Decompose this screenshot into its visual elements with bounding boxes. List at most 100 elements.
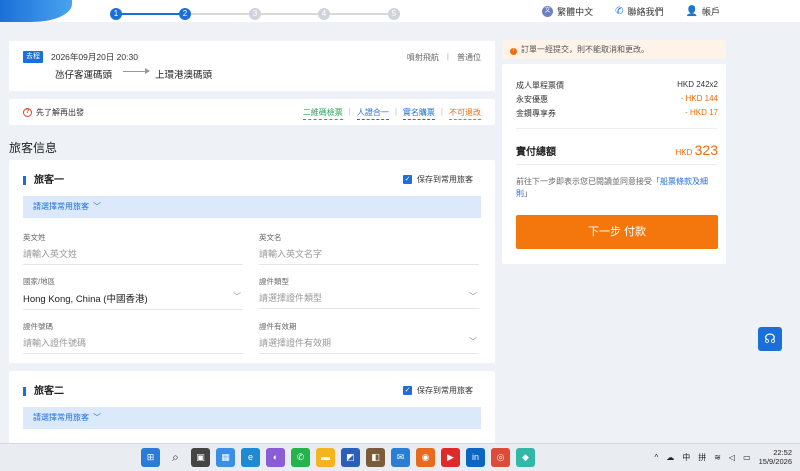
id-number-input[interactable]: 請輸入證件號碼: [23, 336, 243, 354]
task-view-icon[interactable]: ▣: [191, 448, 210, 467]
chevron-up-icon[interactable]: ^: [654, 453, 658, 462]
warning-icon: ?: [23, 108, 32, 117]
windows-start-icon[interactable]: ⊞: [141, 448, 160, 467]
copilot-icon[interactable]: ◐: [266, 448, 285, 467]
ime-mode[interactable]: 拼: [698, 452, 706, 463]
seat-class: 普通位: [457, 53, 481, 62]
user-icon: 👤: [685, 5, 698, 17]
id-number-field[interactable]: 證件號碼 請輸入證件號碼: [23, 321, 243, 354]
trip-direction-badge: 去程: [23, 51, 43, 63]
file-explorer-icon[interactable]: ▬: [316, 448, 335, 467]
section-title: 旅客信息: [9, 141, 58, 155]
wifi-icon[interactable]: ≋: [714, 453, 721, 462]
step-2: 2: [150, 0, 220, 20]
chevron-down-icon: ﹀: [469, 292, 477, 301]
chevron-down-icon: ﹀: [469, 337, 477, 346]
app-icon[interactable]: ◆: [516, 448, 535, 467]
youtube-icon[interactable]: ▶: [441, 448, 460, 467]
os-taskbar: ⊞ ⌕ ▣ ▦ e ◐ ✆ ▬ ◩ ◧ ✉ ◉ ▶ in ◎ ◆ ^ ☁ 中 拼…: [0, 443, 800, 471]
trip-datetime: 2026年09月20日 20:30: [51, 52, 138, 62]
price-summary: 成人單程票價 HKD 242x2 永安優惠 - HKD 144 金鑽專享券 - HKD…: [502, 64, 726, 264]
chevron-down-icon: ﹀: [233, 292, 241, 301]
checkbox-checked-icon: ✓: [403, 386, 412, 395]
terms-agreement: 前往下一步即表示您已閱讀並同意接受「船票條款及細則」: [516, 177, 708, 198]
language-icon: 文: [542, 5, 554, 17]
clock[interactable]: 22:52 15/9/2026: [759, 448, 792, 466]
app-icon[interactable]: ◩: [341, 448, 360, 467]
top-bar: 1 2 3 4 5 文繁體中文 ✆ 聯絡我們 👤 帳戶: [0, 0, 800, 22]
volume-icon[interactable]: ◁: [729, 453, 735, 462]
linkedin-icon[interactable]: in: [466, 448, 485, 467]
language-switch[interactable]: 文繁體中文: [542, 5, 593, 18]
tag-realname[interactable]: 實名購票: [402, 107, 435, 120]
surname-field[interactable]: 英文姓 請輸入英文姓: [23, 232, 243, 265]
step-4: 4: [289, 0, 359, 20]
route-arrow-icon: [123, 68, 150, 74]
id-type-select[interactable]: 請選擇證件類型 ﹀: [259, 291, 479, 309]
id-type-field[interactable]: 證件類型 請選擇證件類型 ﹀: [259, 276, 479, 309]
account-link[interactable]: 👤 帳戶: [686, 5, 720, 18]
app-icon[interactable]: ◧: [366, 448, 385, 467]
save-passenger-checkbox[interactable]: ✓ 保存到常用旅客: [403, 385, 473, 396]
chevron-down-icon: ﹀: [93, 202, 101, 211]
tag-qr-check[interactable]: 二維碼檢票: [302, 107, 343, 120]
passenger-card-1: 旅客一 ✓ 保存到常用旅客 請選擇常用旅客 ﹀ 英文姓 請輸入英文姓 英文名 請輸…: [9, 160, 495, 363]
system-tray: ^ ☁ 中 拼 ≋ ◁ ▭ 22:52 15/9/2026: [654, 448, 792, 466]
customer-service-icon[interactable]: ☊: [758, 327, 782, 351]
id-expiry-select[interactable]: 請選擇證件有效期 ﹀: [259, 336, 479, 354]
tag-id-match[interactable]: 人證合一: [356, 107, 389, 120]
battery-icon[interactable]: ▭: [743, 453, 751, 462]
given-name-field[interactable]: 英文名 請輸入英文名字: [259, 232, 479, 265]
operator-name: 噴射飛航: [406, 53, 439, 62]
tag-no-refund[interactable]: 不可退改: [449, 107, 481, 120]
trip-destination: 上環港澳碼頭: [155, 70, 213, 81]
passenger-title: 旅客一: [23, 176, 64, 186]
divider: [516, 128, 718, 129]
ime-indicator[interactable]: 中: [682, 452, 690, 463]
trip-origin: 氹仔客運碼頭: [55, 70, 113, 81]
info-icon: !: [510, 48, 517, 55]
step-1: 1: [81, 0, 151, 20]
search-icon[interactable]: ⌕: [166, 448, 185, 467]
divider: [516, 164, 718, 165]
save-passenger-checkbox[interactable]: ✓ 保存到常用旅客: [403, 174, 473, 185]
frequent-passenger-select[interactable]: 請選擇常用旅客 ﹀: [23, 407, 481, 429]
phone-icon: ✆: [615, 5, 624, 17]
price-row-discount: 永安優惠 - HKD 144: [516, 94, 718, 104]
price-row-coupon: 金鑽專享券 - HKD 17: [516, 108, 718, 118]
whatsapp-icon[interactable]: ✆: [291, 448, 310, 467]
cloud-icon[interactable]: ☁: [666, 453, 674, 462]
chevron-down-icon: ﹀: [93, 413, 101, 422]
brand-logo[interactable]: [0, 0, 72, 22]
separator: |: [446, 52, 449, 61]
taskbar-apps: ⊞ ⌕ ▣ ▦ e ◐ ✆ ▬ ◩ ◧ ✉ ◉ ▶ in ◎ ◆: [141, 448, 535, 467]
trip-meta: 噴射飛航 | 普通位: [407, 52, 481, 63]
know-before-go[interactable]: ? 先了解再出發: [23, 107, 84, 118]
next-pay-button[interactable]: 下一步 付款: [516, 215, 718, 249]
surname-input[interactable]: 請輸入英文姓: [23, 247, 243, 265]
given-name-input[interactable]: 請輸入英文名字: [259, 247, 479, 265]
ticket-tags: 二維碼檢票 | 人證合一 | 實名購票 | 不可退改: [302, 107, 481, 120]
header-actions: 文繁體中文 ✆ 聯絡我們 👤 帳戶: [542, 0, 720, 22]
contact-link[interactable]: ✆ 聯絡我們: [615, 5, 663, 18]
step-3: 3: [220, 0, 290, 20]
widgets-icon[interactable]: ▦: [216, 448, 235, 467]
edge-icon[interactable]: e: [241, 448, 260, 467]
price-row-adult: 成人單程票價 HKD 242x2: [516, 80, 718, 90]
order-notice: ! 訂單一經提交，則不能取消和更改。: [502, 40, 726, 59]
checkbox-checked-icon: ✓: [403, 175, 412, 184]
id-expiry-field[interactable]: 證件有效期 請選擇證件有效期 ﹀: [259, 321, 479, 354]
progress-steps: 1 2 3 4 5: [108, 0, 408, 22]
mail-icon[interactable]: ✉: [391, 448, 410, 467]
passenger-card-2: 旅客二 ✓ 保存到常用旅客 請選擇常用旅客 ﹀: [9, 371, 495, 443]
passenger-title: 旅客二: [23, 387, 64, 397]
notice-bar: ? 先了解再出發 二維碼檢票 | 人證合一 | 實名購票 | 不可退改: [9, 99, 495, 125]
chrome-icon[interactable]: ◎: [491, 448, 510, 467]
total-amount: 實付總額 HKD 323: [516, 142, 718, 158]
firefox-icon[interactable]: ◉: [416, 448, 435, 467]
frequent-passenger-select[interactable]: 請選擇常用旅客 ﹀: [23, 196, 481, 218]
country-field[interactable]: 國家/地區 Hong Kong, China (中國香港) ﹀: [23, 276, 243, 310]
country-select[interactable]: Hong Kong, China (中國香港) ﹀: [23, 291, 243, 310]
step-5: 5: [359, 0, 429, 20]
trip-summary: 去程 2026年09月20日 20:30 氹仔客運碼頭 上環港澳碼頭 噴射飛航 …: [9, 41, 495, 91]
